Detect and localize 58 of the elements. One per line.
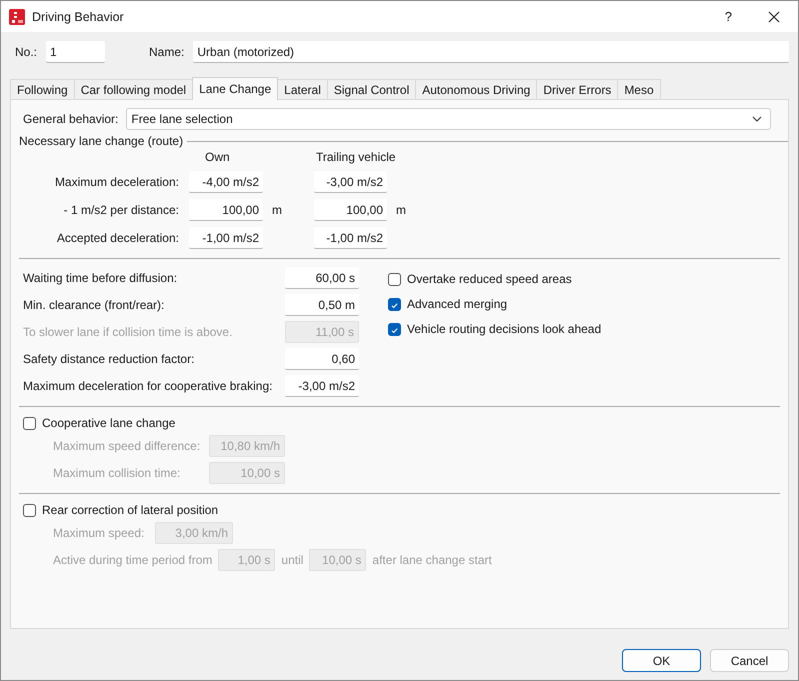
field-label: Maximum speed difference: <box>53 439 202 453</box>
checkbox-label: Cooperative lane change <box>42 416 176 430</box>
checkbox[interactable] <box>388 298 401 310</box>
ok-button[interactable]: OK <box>622 649 701 672</box>
checkbox[interactable] <box>23 416 36 430</box>
input-field[interactable]: -4,00 m/s2 <box>189 171 263 193</box>
tab[interactable]: Lane Change <box>192 77 278 100</box>
input-field[interactable]: -1,00 m/s2 <box>314 227 387 249</box>
cancel-button[interactable]: Cancel <box>710 649 789 672</box>
chevron-down-icon[interactable] <box>752 116 762 122</box>
field-label: - 1 m/s2 per distance: <box>62 203 180 217</box>
field-label: Maximum speed: <box>53 526 146 540</box>
input-field[interactable]: 0,60 <box>285 348 359 370</box>
name-label: Name: <box>149 45 184 59</box>
general-behavior-label: General behavior: <box>23 112 118 126</box>
field-label: after lane change start <box>372 553 492 567</box>
tab[interactable]: Car following model <box>74 79 194 99</box>
unit-label: m <box>271 203 283 217</box>
checkbox-label: Overtake reduced speed areas <box>407 272 572 286</box>
window-title: Driving Behavior <box>32 10 125 24</box>
input-field[interactable]: 100,00 <box>189 199 263 221</box>
tab[interactable]: Signal Control <box>326 79 416 99</box>
general-behavior-dropdown[interactable]: Free lane selection <box>126 108 771 130</box>
field-label: To slower lane if collision time is above. <box>23 325 234 339</box>
input-field[interactable]: 100,00 <box>314 199 387 221</box>
field-label: Min. clearance (front/rear): <box>23 298 166 312</box>
tab[interactable]: Autonomous Driving <box>415 79 538 99</box>
field-label: Waiting time before diffusion: <box>23 271 178 285</box>
tab[interactable]: Meso <box>617 79 661 99</box>
number-field[interactable]: 1 <box>46 41 106 63</box>
checkbox-label: Vehicle routing decisions look ahead <box>407 322 602 336</box>
field-label: Maximum collision time: <box>53 466 182 480</box>
column-header: Trailing vehicle <box>315 150 397 164</box>
input-field[interactable]: -3,00 m/s2 <box>285 375 359 397</box>
help-button[interactable]: ? <box>720 9 736 24</box>
name-field[interactable]: Urban (motorized) <box>193 41 789 63</box>
field-label: Maximum deceleration: <box>54 175 180 189</box>
field-label: Accepted deceleration: <box>56 231 180 245</box>
input-field[interactable]: -3,00 m/s2 <box>314 171 387 193</box>
field-label: Maximum deceleration for cooperative braking: <box>23 379 274 393</box>
app-logo-icon <box>9 8 25 24</box>
checkbox-label: Rear correction of lateral position <box>42 503 218 517</box>
input-field[interactable]: -1,00 m/s2 <box>189 227 263 249</box>
field-label: until <box>281 553 304 567</box>
unit-label: m <box>395 203 407 217</box>
close-icon[interactable] <box>768 10 780 22</box>
column-header: Own <box>204 150 231 164</box>
checkbox[interactable] <box>388 272 401 286</box>
group-title: Necessary lane change (route) <box>19 134 184 148</box>
checkbox[interactable] <box>23 504 36 516</box>
field-label: Active during time period from <box>53 553 212 567</box>
number-label: No.: <box>15 45 38 59</box>
field-label: Safety distance reduction factor: <box>23 352 196 366</box>
tab[interactable]: Following <box>10 79 75 99</box>
checkbox[interactable] <box>388 322 401 336</box>
input-field[interactable]: 0,50 m <box>285 294 359 316</box>
checkbox-label: Advanced merging <box>407 297 508 311</box>
input-field[interactable]: 60,00 s <box>285 267 359 289</box>
